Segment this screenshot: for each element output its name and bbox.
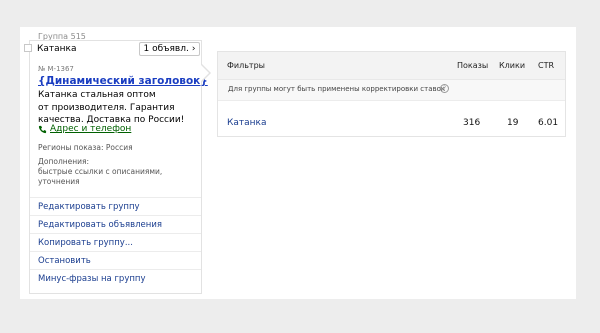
col-clicks: Клики [499, 61, 526, 70]
contact-label: Адрес и телефон [50, 124, 132, 134]
bid-adjustments-note: Для группы могут быть применены корректи… [218, 80, 565, 101]
col-impressions: Показы [457, 61, 489, 70]
regions-text: Регионы показа: Россия [38, 143, 133, 152]
ctr-value: 6.01 [538, 118, 559, 128]
help-icon[interactable]: ? [440, 84, 449, 93]
ads-count-button[interactable]: 1 объявл. › [139, 42, 200, 56]
chevron-right-icon: › [191, 44, 196, 54]
negative-keywords-link[interactable]: Минус-фразы на группу [30, 269, 201, 287]
ad-number: № М-1367 [38, 65, 74, 73]
ad-text: Катанка стальная оптом от производителя.… [38, 89, 203, 127]
card-pointer-fill [201, 65, 209, 81]
group-checkbox[interactable] [24, 44, 32, 52]
extras-line: быстрые ссылки с описаниями, [38, 167, 163, 176]
filter-link[interactable]: Катанка [227, 118, 267, 128]
group-title: Катанка [37, 44, 77, 54]
extras-line: уточнения [38, 177, 80, 186]
col-filters: Фильтры [227, 61, 265, 70]
filters-table: Фильтры Показы Клики CTR Для группы могу… [217, 51, 566, 137]
table-header: Фильтры Показы Клики CTR [218, 52, 565, 80]
edit-group-link[interactable]: Редактировать группу [30, 197, 201, 215]
extras-block: Дополнения: быстрые ссылки с описаниями,… [38, 157, 198, 187]
note-text: Для группы могут быть применены корректи… [228, 85, 446, 93]
impressions-value: 316 [463, 118, 481, 128]
stop-link[interactable]: Остановить [30, 251, 201, 269]
ads-count-label: 1 объявл. [143, 44, 189, 54]
clicks-value: 19 [507, 118, 519, 128]
copy-group-link[interactable]: Копировать группу... [30, 233, 201, 251]
col-ctr: CTR [538, 61, 555, 70]
extras-title: Дополнения: [38, 157, 90, 166]
contact-link[interactable]: Адрес и телефон [38, 124, 131, 134]
phone-icon [38, 125, 47, 133]
ad-text-line: Катанка стальная оптом [38, 90, 156, 100]
group-actions: Редактировать группу Редактировать объяв… [30, 197, 201, 287]
ad-text-line: от производителя. Гарантия [38, 102, 175, 113]
ad-headline-link[interactable]: {Динамический заголовок} [38, 75, 208, 87]
edit-ads-link[interactable]: Редактировать объявления [30, 215, 201, 233]
